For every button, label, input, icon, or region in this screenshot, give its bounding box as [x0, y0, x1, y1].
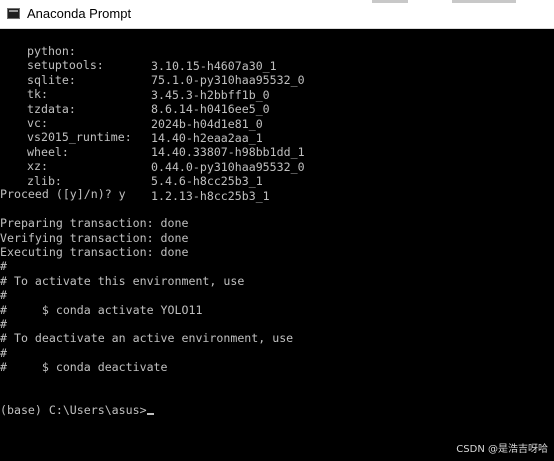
text-cursor — [146, 413, 154, 416]
command-prompt-line[interactable]: (base) C:\Users\asus> — [0, 403, 154, 418]
package-version: 8.6.14-h0416ee5_0 — [151, 102, 270, 117]
title-bar[interactable]: Anaconda Prompt — [0, 0, 554, 29]
verifying-status: Verifying transaction: done — [0, 230, 189, 245]
comment-line: # — [0, 345, 7, 360]
console-icon — [7, 8, 20, 19]
prompt-text: (base) C:\Users\asus> — [0, 403, 147, 418]
package-version: 3.45.3-h2bbff1b_0 — [151, 87, 270, 102]
deactivate-hint: # To deactivate an active environment, u… — [0, 331, 294, 346]
package-row: python: 3.10.15-h4607a30_1 — [0, 29, 277, 73]
comment-line: # — [0, 288, 7, 303]
package-version: 1.2.13-h8cc25b3_1 — [151, 188, 270, 203]
package-row: tk: 8.6.14-h0416ee5_0 — [0, 72, 270, 116]
watermark: CSDN @是浩吉呀哈 — [456, 444, 548, 455]
package-version: 75.1.0-py310haa95532_0 — [151, 73, 305, 88]
deactivate-command: # $ conda deactivate — [0, 360, 168, 375]
proceed-prompt: Proceed ([y]/n)? y — [0, 187, 126, 202]
package-version: 5.4.6-h8cc25b3_1 — [151, 174, 263, 189]
activate-hint: # To activate this environment, use — [0, 273, 245, 288]
package-version: 14.40-h2eaa2aa_1 — [151, 131, 263, 145]
package-name: vs2015_runtime: — [27, 130, 132, 145]
console-output[interactable]: python: 3.10.15-h4607a30_1 setuptools: 7… — [0, 29, 554, 461]
package-row: zlib: 1.2.13-h8cc25b3_1 — [0, 159, 270, 203]
package-row: tzdata: 2024b-h04d1e81_0 — [0, 87, 263, 131]
package-version: 14.40.33807-h98bb1dd_1 — [151, 145, 305, 160]
package-row: xz: 5.4.6-h8cc25b3_1 — [0, 144, 263, 188]
package-row: vc: 14.40-h2eaa2aa_1 — [0, 101, 263, 145]
preparing-status: Preparing transaction: done — [0, 216, 189, 231]
executing-status: Executing transaction: done — [0, 245, 189, 259]
activate-command: # $ conda activate YOLO11 — [0, 302, 203, 317]
package-version: 3.10.15-h4607a30_1 — [151, 59, 277, 73]
package-row: vs2015_runtime: 14.40.33807-h98bb1dd_1 — [0, 115, 305, 159]
comment-line: # — [0, 317, 7, 331]
comment-line: # — [0, 259, 7, 274]
background-window-edge — [452, 0, 516, 3]
package-name: zlib: — [27, 173, 62, 188]
package-row: wheel: 0.44.0-py310haa95532_0 — [0, 130, 305, 174]
package-version: 0.44.0-py310haa95532_0 — [151, 159, 305, 174]
package-version: 2024b-h04d1e81_0 — [151, 116, 263, 131]
window-title: Anaconda Prompt — [27, 6, 132, 21]
anaconda-prompt-window: Anaconda Prompt python: 3.10.15-h4607a30… — [0, 0, 554, 461]
background-window-edge — [372, 0, 408, 3]
package-row: setuptools: 75.1.0-py310haa95532_0 — [0, 43, 305, 87]
package-row: sqlite: 3.45.3-h2bbff1b_0 — [0, 58, 270, 102]
